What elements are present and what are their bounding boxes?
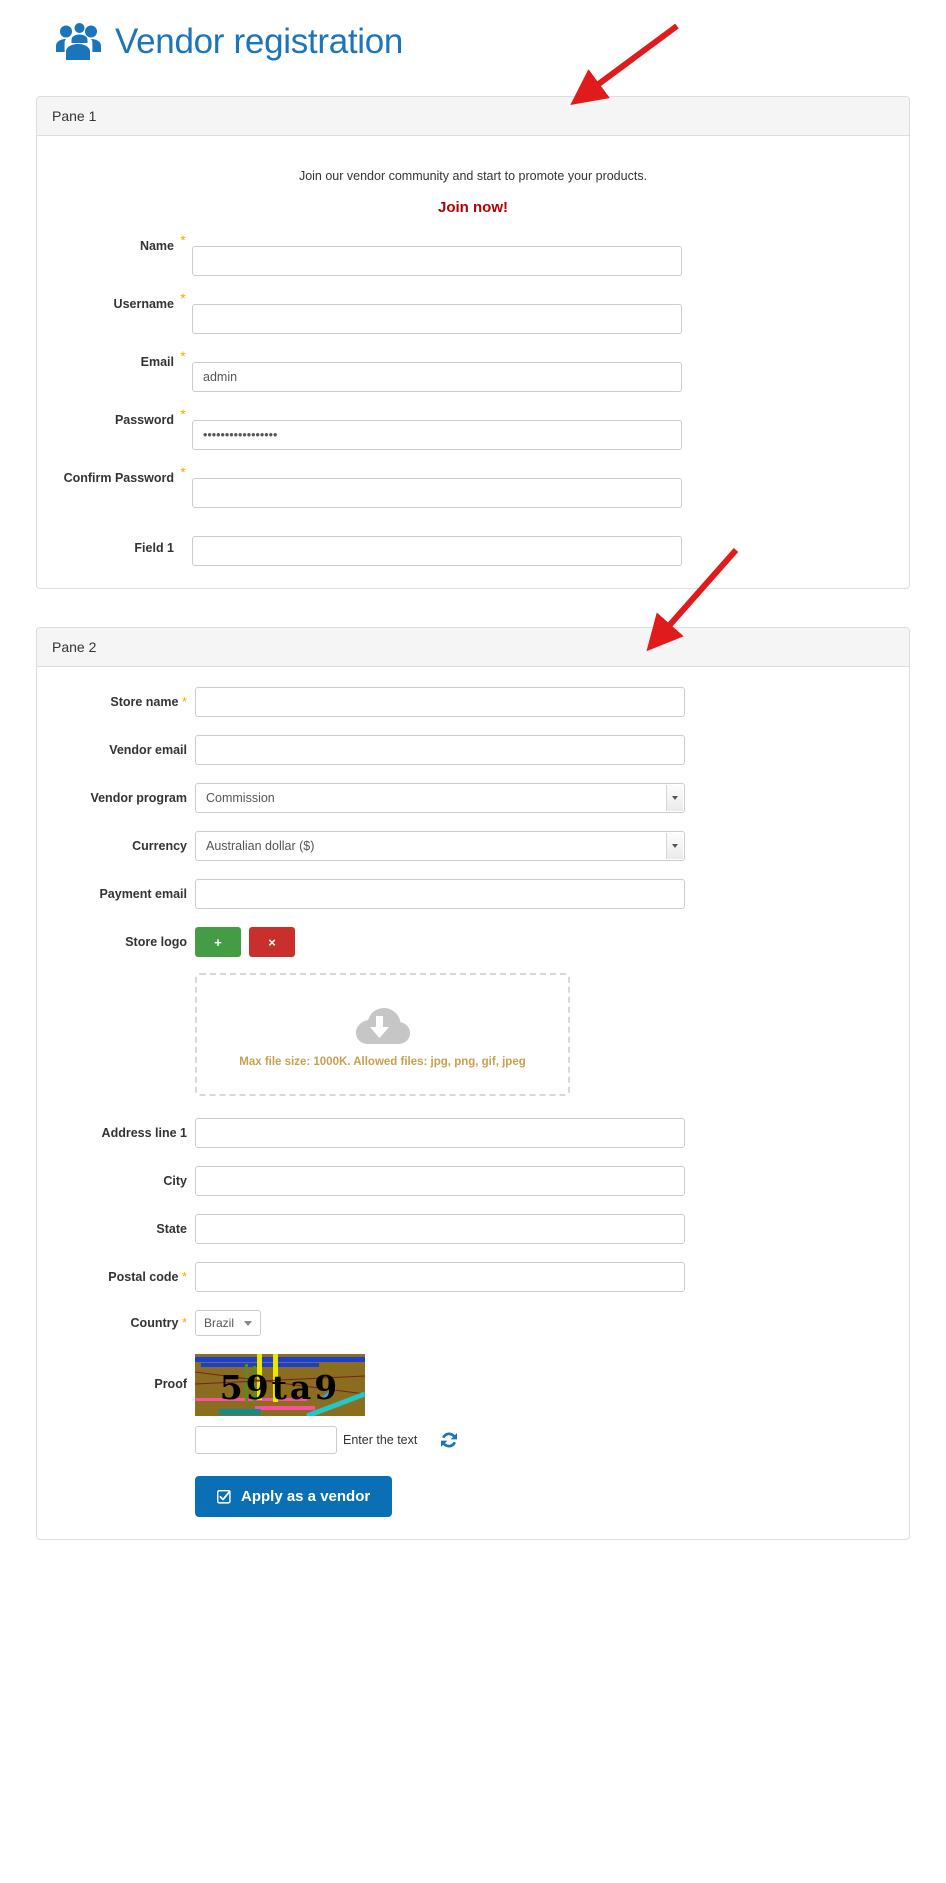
store-logo-dropzone[interactable]: Max file size: 1000K. Allowed files: jpg… bbox=[195, 973, 570, 1096]
chevron-down-icon bbox=[666, 833, 683, 859]
form-row-field-1: Field 1 * bbox=[52, 524, 894, 566]
form-row-country: Country * Brazil bbox=[52, 1310, 894, 1336]
label-email: Email bbox=[140, 355, 174, 369]
label-username: Username bbox=[113, 297, 174, 311]
page-title-text: Vendor registration bbox=[115, 21, 404, 61]
form-row-email: Email * bbox=[52, 348, 894, 392]
intro-text: Join our vendor community and start to p… bbox=[298, 169, 648, 183]
required-star-username: * bbox=[180, 290, 186, 306]
currency-select[interactable]: Australian dollar ($) bbox=[195, 831, 685, 861]
label-postal-code: Postal code * bbox=[108, 1269, 187, 1284]
form-row-payment-email: Payment email bbox=[52, 879, 894, 909]
form-row-postal-code: Postal code * bbox=[52, 1262, 894, 1292]
required-star-country: * bbox=[181, 1315, 187, 1330]
chevron-down-icon bbox=[666, 785, 683, 811]
required-star-email: * bbox=[180, 348, 186, 364]
pane-2-body: Store name * Vendor email Vendor program… bbox=[37, 667, 909, 1539]
label-store-logo: Store logo bbox=[125, 935, 187, 949]
vendor-program-value: Commission bbox=[206, 791, 275, 805]
apply-as-vendor-button[interactable]: Apply as a vendor bbox=[195, 1476, 393, 1517]
vendor-program-select[interactable]: Commission bbox=[195, 783, 685, 813]
store-name-input[interactable] bbox=[195, 687, 685, 717]
label-vendor-program: Vendor program bbox=[90, 791, 187, 805]
password-input[interactable] bbox=[192, 420, 682, 450]
label-proof: Proof bbox=[154, 1377, 187, 1391]
add-logo-button[interactable]: + bbox=[195, 927, 241, 957]
field-1-input[interactable] bbox=[192, 536, 682, 566]
required-star-field-1-placeholder: * bbox=[174, 524, 192, 548]
username-input[interactable] bbox=[192, 304, 682, 334]
dropzone-text: Max file size: 1000K. Allowed files: jpg… bbox=[239, 1055, 526, 1068]
form-row-store-logo: Store logo + × Max file size: 1000K. All… bbox=[52, 927, 894, 1096]
chevron-down-icon bbox=[244, 1320, 253, 1326]
label-confirm-password: Confirm Password bbox=[63, 471, 174, 485]
country-value: Brazil bbox=[204, 1316, 235, 1330]
required-star-name: * bbox=[180, 232, 186, 248]
label-name: Name bbox=[139, 239, 174, 253]
pane-1-heading: Pane 1 bbox=[37, 97, 909, 136]
currency-value: Australian dollar ($) bbox=[206, 839, 315, 853]
refresh-icon[interactable] bbox=[439, 1430, 459, 1450]
form-row-confirm-password: Confirm Password * bbox=[52, 464, 894, 508]
address-line-1-input[interactable] bbox=[195, 1118, 685, 1148]
pane-2-panel: Pane 2 Store name * Vendor email Vendor … bbox=[36, 627, 910, 1540]
pane-2-heading: Pane 2 bbox=[37, 628, 909, 667]
pane-1-panel: Pane 1 Join our vendor community and sta… bbox=[36, 96, 910, 589]
pane-1-body: Join our vendor community and start to p… bbox=[37, 136, 909, 588]
captcha-hint: Enter the text bbox=[343, 1433, 418, 1447]
label-country: Country * bbox=[130, 1315, 187, 1330]
label-password: Password bbox=[114, 413, 174, 427]
payment-email-input[interactable] bbox=[195, 879, 685, 909]
form-row-city: City bbox=[52, 1166, 894, 1196]
required-star-postal-code: * bbox=[181, 1269, 187, 1284]
postal-code-input[interactable] bbox=[195, 1262, 685, 1292]
form-row-state: State bbox=[52, 1214, 894, 1244]
label-payment-email: Payment email bbox=[99, 887, 187, 901]
city-input[interactable] bbox=[195, 1166, 685, 1196]
captcha-image: 59ta9 bbox=[195, 1354, 365, 1416]
form-row-store-name: Store name * bbox=[52, 687, 894, 717]
store-logo-buttons: + × bbox=[195, 927, 894, 957]
required-star-confirm-password: * bbox=[180, 464, 186, 480]
captcha-input[interactable] bbox=[195, 1426, 337, 1454]
svg-text:59ta9: 59ta9 bbox=[220, 1368, 341, 1407]
apply-as-vendor-label: Apply as a vendor bbox=[241, 1488, 371, 1505]
state-input[interactable] bbox=[195, 1214, 685, 1244]
people-group-icon bbox=[56, 23, 101, 60]
cloud-download-icon bbox=[355, 1007, 410, 1044]
check-square-icon bbox=[217, 1489, 231, 1504]
delete-logo-button[interactable]: × bbox=[249, 927, 295, 957]
required-star-password: * bbox=[180, 406, 186, 422]
join-now-text: Join now! bbox=[438, 199, 508, 216]
label-store-name: Store name * bbox=[110, 694, 187, 709]
vendor-email-input[interactable] bbox=[195, 735, 685, 765]
form-row-currency: Currency Australian dollar ($) bbox=[52, 831, 894, 861]
label-vendor-email: Vendor email bbox=[109, 743, 187, 757]
form-row-username: Username * bbox=[52, 290, 894, 334]
form-row-vendor-email: Vendor email bbox=[52, 735, 894, 765]
form-row-password: Password * bbox=[52, 406, 894, 450]
email-input[interactable] bbox=[192, 362, 682, 392]
page-title: Vendor registration bbox=[0, 0, 946, 60]
label-currency: Currency bbox=[132, 839, 187, 853]
captcha-entry-row: Enter the text bbox=[195, 1426, 894, 1454]
required-star-store-name: * bbox=[181, 694, 187, 709]
label-address-line-1: Address line 1 bbox=[101, 1126, 187, 1140]
form-row-address-line-1: Address line 1 bbox=[52, 1118, 894, 1148]
form-row-proof: Proof 59ta9 Enter the text Apply as a ve… bbox=[52, 1354, 894, 1517]
form-row-vendor-program: Vendor program Commission bbox=[52, 783, 894, 813]
label-state: State bbox=[156, 1222, 187, 1236]
form-row-name: Name * bbox=[52, 232, 894, 276]
country-select[interactable]: Brazil bbox=[195, 1310, 262, 1336]
name-input[interactable] bbox=[192, 246, 682, 276]
label-city: City bbox=[163, 1174, 187, 1188]
label-field-1: Field 1 bbox=[134, 541, 174, 555]
confirm-password-input[interactable] bbox=[192, 478, 682, 508]
